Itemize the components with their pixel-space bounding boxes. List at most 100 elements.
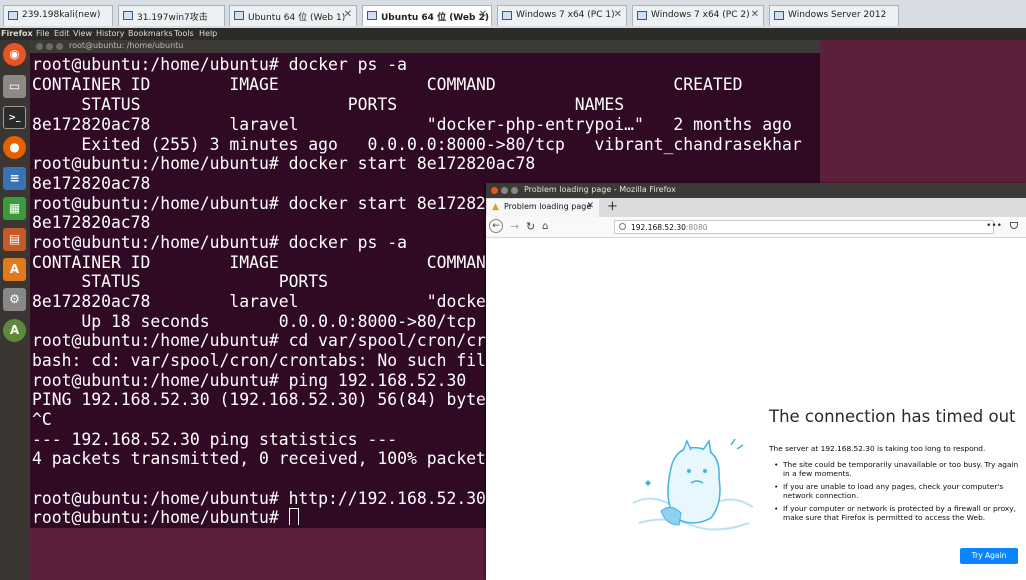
writer-icon[interactable]: ≡: [3, 167, 26, 190]
terminal-prompt: root@ubuntu:/home/ubuntu#: [32, 508, 289, 525]
updater-icon[interactable]: A: [3, 319, 26, 342]
back-arrow-icon[interactable]: ←: [489, 219, 503, 233]
terminal-titlebar: root@ubuntu: /home/ubuntu: [30, 40, 820, 53]
vm-tab-win7-pc2[interactable]: Windows 7 x64 (PC 2) ✕: [632, 5, 764, 26]
text-cursor: [288, 508, 299, 525]
terminal-line: 8e172820ac78: [32, 213, 151, 232]
terminal-line: STATUS PORTS: [32, 272, 329, 291]
minimize-icon[interactable]: [46, 43, 53, 50]
unity-launcher: ◉ ▭ >_ ● ≡ ▦ ▤ A ⚙ A: [0, 40, 30, 580]
try-again-button[interactable]: Try Again: [960, 548, 1018, 564]
vm-icon: [502, 11, 512, 20]
menu-view[interactable]: View: [73, 29, 92, 38]
firefox-titlebar: Problem loading page - Mozilla Firefox: [486, 183, 1026, 198]
calc-icon[interactable]: ▦: [3, 197, 26, 220]
terminal-line: bash: cd: var/spool/cron/crontabs: No su…: [32, 351, 486, 370]
vm-tab-win-server[interactable]: Windows Server 2012: [769, 5, 899, 26]
terminal-line: 4 packets transmitted, 0 received, 100% …: [32, 449, 486, 468]
terminal-line: root@ubuntu:/home/ubuntu# docker start 8…: [32, 154, 536, 173]
firefox-icon[interactable]: ●: [3, 136, 26, 159]
vm-tab-label: 31.197win7攻击: [137, 13, 208, 23]
vm-tab-bar: 239.198kali(new) 31.197win7攻击 Ubuntu 64 …: [0, 0, 1026, 29]
url-port: :8080: [685, 223, 708, 232]
terminal-prompt-line[interactable]: root@ubuntu:/home/ubuntu#: [32, 508, 299, 525]
page-actions-icon[interactable]: •••: [986, 221, 1002, 231]
terminal-title: root@ubuntu: /home/ubuntu: [69, 41, 184, 50]
error-suggestion: If you are unable to load any pages, che…: [774, 482, 1023, 500]
vm-tab-label: Ubuntu 64 位 (Web 1): [248, 13, 346, 23]
terminal-line: CONTAINER ID IMAGE COMMAND: [32, 253, 496, 272]
timeout-illustration-icon: [632, 438, 754, 531]
menu-help[interactable]: Help: [199, 29, 217, 38]
terminal-line: root@ubuntu:/home/ubuntu# docker ps -a: [32, 55, 407, 74]
tab-problem-loading[interactable]: ▲ Problem loading page ✕: [487, 199, 599, 217]
close-icon[interactable]: ✕: [751, 9, 759, 20]
files-icon[interactable]: ▭: [3, 75, 26, 98]
vm-tab-label: Windows 7 x64 (PC 2): [651, 10, 750, 20]
home-icon[interactable]: ⌂: [542, 220, 548, 234]
terminal-line: 8e172820ac78: [32, 174, 151, 193]
close-icon[interactable]: [491, 187, 498, 194]
vm-tab-label: Windows Server 2012: [788, 10, 887, 20]
vm-icon: [8, 11, 18, 20]
terminal-line: Exited (255) 3 minutes ago 0.0.0.0:8000-…: [32, 135, 802, 154]
close-icon[interactable]: ✕: [479, 9, 487, 20]
terminal-line: root@ubuntu:/home/ubuntu# docker ps -a: [32, 233, 407, 252]
new-tab-icon[interactable]: +: [607, 199, 618, 215]
software-center-icon[interactable]: A: [3, 258, 26, 281]
terminal-line: 8e172820ac78 laravel "docke: [32, 292, 486, 311]
warning-icon: ▲: [492, 202, 499, 212]
vm-icon: [774, 11, 784, 20]
error-suggestion: The site could be temporarily unavailabl…: [774, 460, 1023, 478]
error-suggestion: If your computer or network is protected…: [774, 504, 1023, 522]
firefox-window[interactable]: Problem loading page - Mozilla Firefox ▲…: [486, 183, 1026, 580]
firefox-tab-strip: ▲ Problem loading page ✕ +: [486, 198, 1026, 217]
terminal-line: STATUS PORTS NAMES: [32, 95, 625, 114]
vm-tab-ubuntu-web1[interactable]: Ubuntu 64 位 (Web 1) ✕: [229, 5, 357, 26]
vm-tab-ubuntu-web2[interactable]: Ubuntu 64 位 (Web 2) ✕: [362, 5, 492, 26]
vm-tab-label: Windows 7 x64 (PC 1): [516, 10, 615, 20]
ubuntu-top-panel: Firefox File Edit View History Bookmarks…: [0, 28, 1026, 40]
vm-icon: [367, 11, 377, 20]
terminal-line: PING 192.168.52.30 (192.168.52.30) 56(84…: [32, 390, 496, 409]
menu-bookmarks[interactable]: Bookmarks: [128, 29, 173, 38]
close-icon[interactable]: ✕: [614, 9, 622, 20]
active-app-name: Firefox: [1, 29, 33, 38]
vm-tab-label: 239.198kali(new): [22, 10, 101, 20]
maximize-icon[interactable]: [56, 43, 63, 50]
forward-arrow-icon[interactable]: →: [510, 220, 519, 234]
close-icon[interactable]: [36, 43, 43, 50]
vm-tab-kali[interactable]: 239.198kali(new): [3, 5, 113, 26]
vm-tab-win7-attack[interactable]: 31.197win7攻击: [118, 5, 225, 26]
window-title: Problem loading page - Mozilla Firefox: [524, 185, 676, 194]
terminal-icon[interactable]: >_: [3, 106, 26, 129]
terminal-line: root@ubuntu:/home/ubuntu# http://192.168…: [32, 489, 486, 508]
url-bar[interactable]: 192.168.52.30:8080: [614, 220, 994, 234]
info-icon[interactable]: [619, 223, 626, 230]
vm-tab-label: Ubuntu 64 位 (Web 2): [381, 13, 489, 23]
terminal-line: --- 192.168.52.30 ping statistics ---: [32, 430, 398, 449]
vm-tab-win7-pc1[interactable]: Windows 7 x64 (PC 1) ✕: [497, 5, 627, 26]
terminal-line: root@ubuntu:/home/ubuntu# ping 192.168.5…: [32, 371, 467, 390]
minimize-icon[interactable]: [501, 187, 508, 194]
terminal-line: ^C: [32, 410, 52, 429]
terminal-line: CONTAINER ID IMAGE COMMAND CREATED: [32, 75, 743, 94]
reload-icon[interactable]: ↻: [526, 220, 535, 234]
terminal-line: root@ubuntu:/home/ubuntu# docker start 8…: [32, 194, 496, 213]
menu-history[interactable]: History: [96, 29, 124, 38]
error-title: The connection has timed out: [769, 407, 1016, 426]
maximize-icon[interactable]: [511, 187, 518, 194]
ubuntu-dash-icon[interactable]: ◉: [3, 43, 26, 66]
menu-tools[interactable]: Tools: [174, 29, 194, 38]
close-icon[interactable]: ✕: [344, 9, 352, 20]
close-tab-icon[interactable]: ✕: [586, 201, 594, 211]
pocket-icon[interactable]: [1010, 222, 1018, 229]
menu-file[interactable]: File: [36, 29, 49, 38]
impress-icon[interactable]: ▤: [3, 228, 26, 251]
terminal-line: root@ubuntu:/home/ubuntu# cd var/spool/c…: [32, 331, 486, 350]
terminal-line: 8e172820ac78 laravel "docker-php-entrypo…: [32, 115, 792, 134]
url-host: 192.168.52.30: [631, 223, 686, 232]
menu-edit[interactable]: Edit: [54, 29, 70, 38]
error-description: The server at 192.168.52.30 is taking to…: [769, 444, 986, 453]
settings-icon[interactable]: ⚙: [3, 288, 26, 311]
